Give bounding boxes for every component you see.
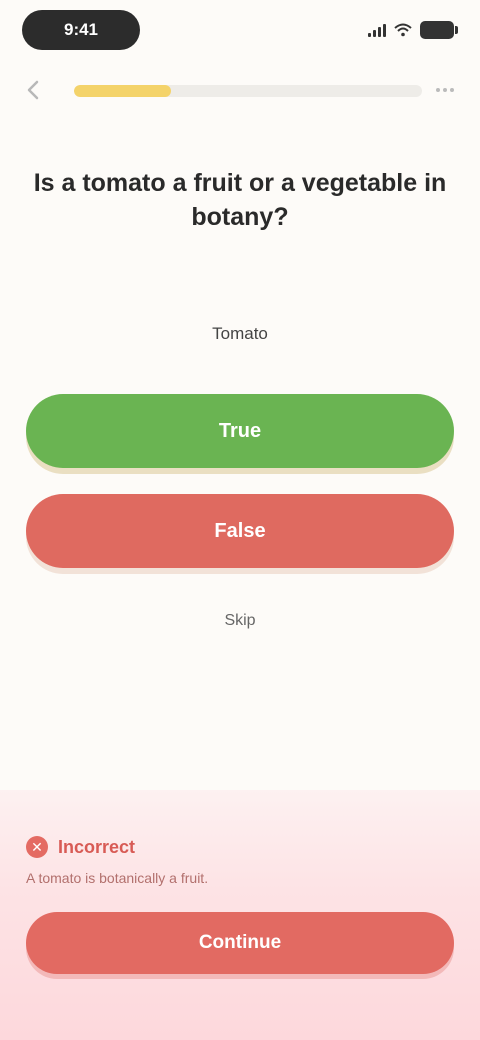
quiz-screen: 9:41 Is a tomato a fruit or a vegetable … [0,0,480,1040]
progress-fill [74,85,172,97]
battery-icon [420,21,458,39]
status-time: 9:41 [22,10,140,50]
status-bar: 9:41 [0,0,480,60]
question-text: Is a tomato a fruit or a vegetable in bo… [33,169,447,231]
status-icons [368,18,458,42]
question-subject: Tomato [212,324,268,343]
feedback-header: ✕ Incorrect [26,836,135,858]
true-button[interactable]: True [26,394,454,468]
skip-link[interactable]: Skip [0,612,480,630]
more-icon[interactable] [432,78,458,102]
false-button[interactable]: False [26,494,454,568]
feedback-detail: A tomato is botanically a fruit. [26,870,209,886]
back-arrow-icon[interactable] [22,78,46,102]
feedback-panel: ✕ Incorrect A tomato is botanically a fr… [0,790,480,1040]
wifi-icon [394,23,412,37]
signal-icon [368,23,386,37]
feedback-title: Incorrect [58,836,136,857]
x-circle-icon: ✕ [26,836,48,858]
continue-button[interactable]: Continue [26,912,454,974]
progress-row [0,72,480,108]
progress-bar [74,85,422,97]
